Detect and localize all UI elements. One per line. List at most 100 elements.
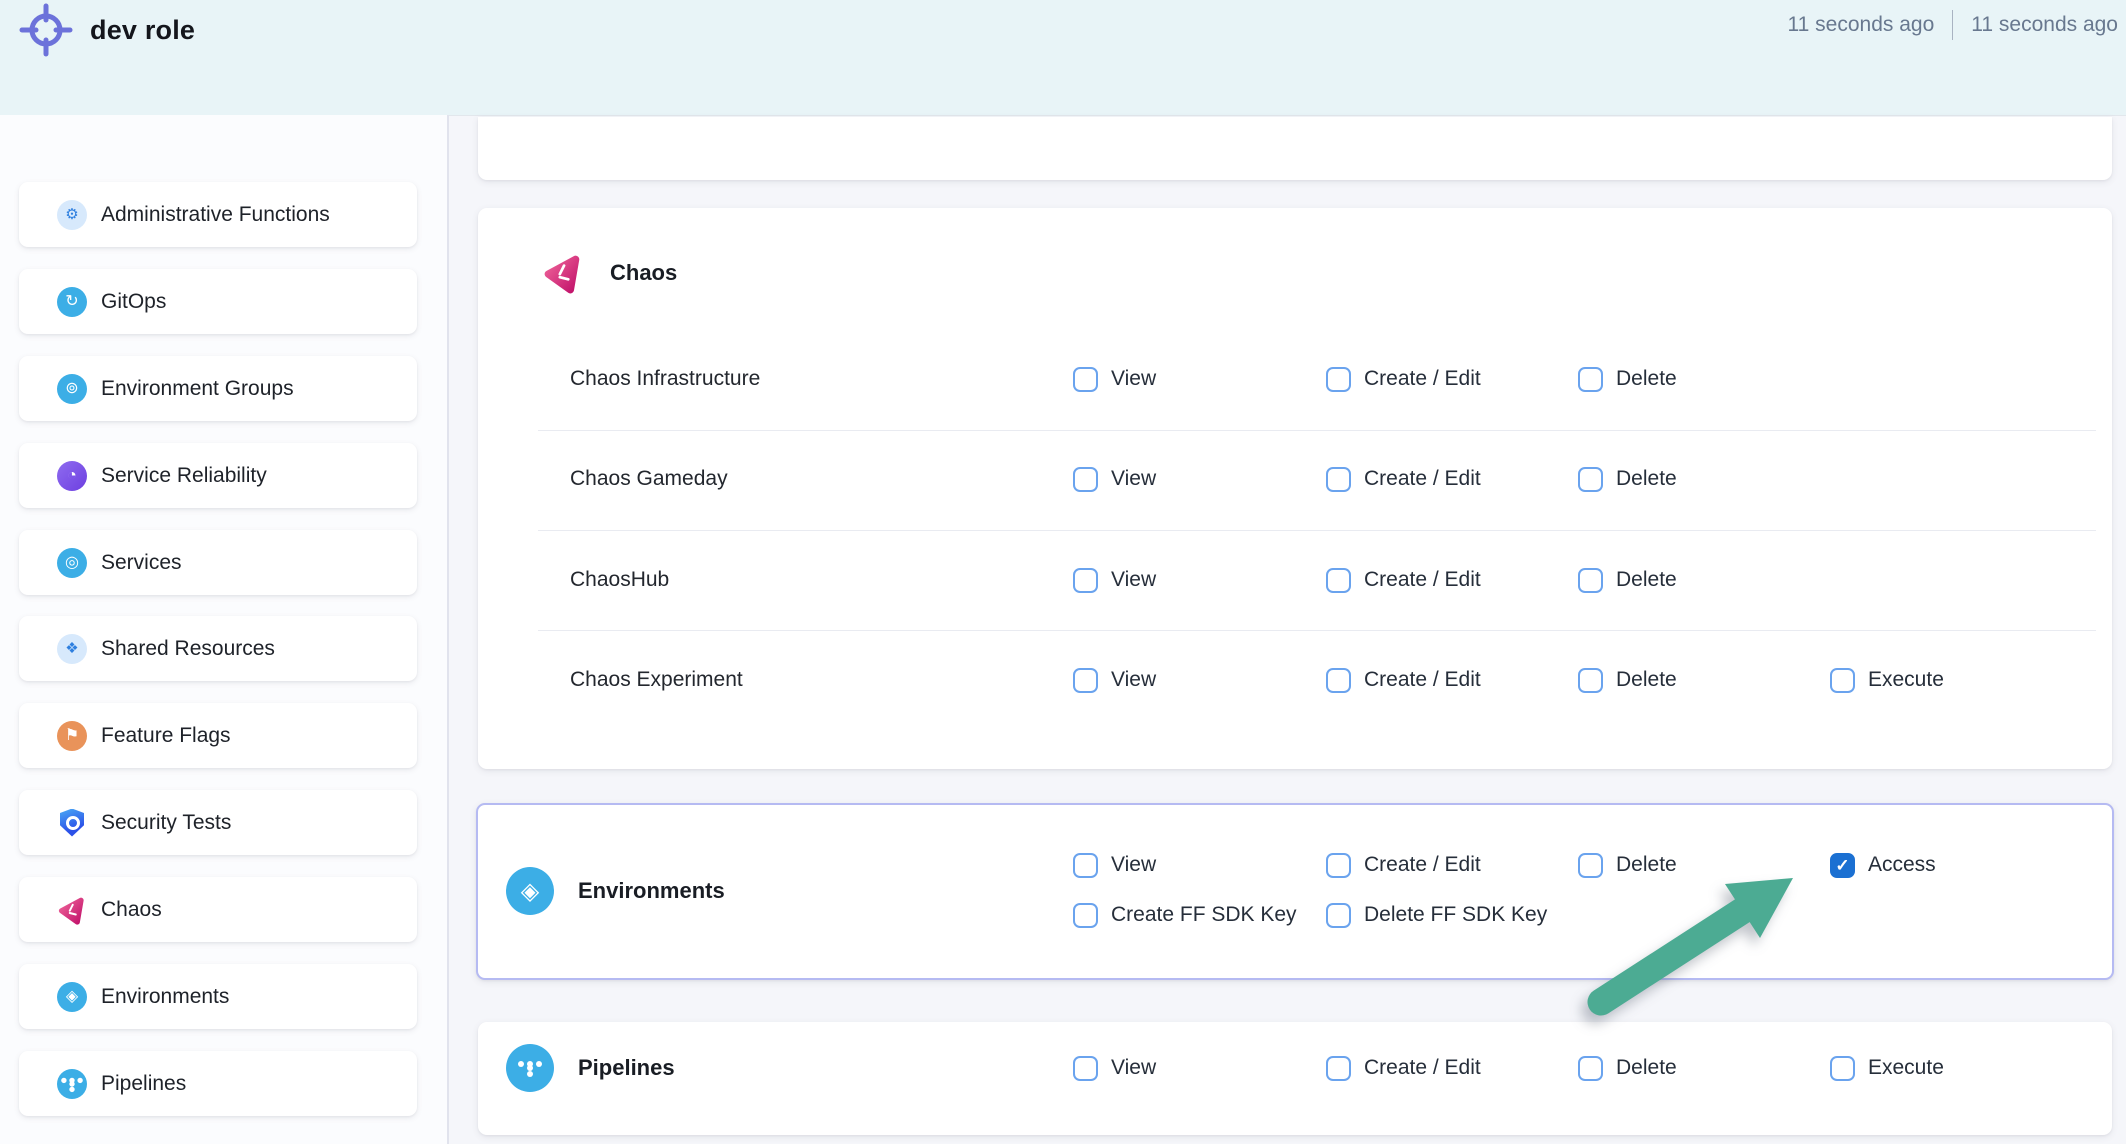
environments-cube-icon: ◈ <box>57 982 87 1012</box>
sidebar-item-label: Feature Flags <box>101 724 231 748</box>
checkbox[interactable] <box>1073 1056 1098 1081</box>
permission-view[interactable]: View <box>1073 365 1156 393</box>
role-permissions-page: dev role 11 seconds ago 11 seconds ago ⚙… <box>0 0 2126 1144</box>
sidebar-item-service-reliability[interactable]: ◔ Service Reliability <box>19 443 417 508</box>
permission-create-edit[interactable]: Create / Edit <box>1326 566 1481 594</box>
sidebar-item-label: Services <box>101 551 182 575</box>
timestamp-divider <box>1952 10 1953 40</box>
permission-view[interactable]: View <box>1073 465 1156 493</box>
checkbox[interactable] <box>1073 568 1098 593</box>
checkbox[interactable] <box>1326 568 1351 593</box>
sidebar-item-label: Service Reliability <box>101 464 267 488</box>
security-shield-icon <box>57 808 87 838</box>
sidebar-item-label: Security Tests <box>101 811 231 835</box>
role-target-icon <box>16 2 76 62</box>
permission-delete[interactable]: Delete <box>1578 465 1677 493</box>
permission-execute[interactable]: Execute <box>1830 666 1944 694</box>
sidebar-item-label: Pipelines <box>101 1072 186 1096</box>
checkbox[interactable] <box>1578 467 1603 492</box>
permission-row-chaos-infrastructure: Chaos Infrastructure View Create / Edit … <box>478 365 2112 393</box>
checkbox[interactable] <box>1326 903 1351 928</box>
chaos-logo-icon <box>542 252 584 294</box>
sidebar-item-environments[interactable]: ◈ Environments <box>19 964 417 1029</box>
sidebar-item-shared-resources[interactable]: ❖ Shared Resources <box>19 616 417 681</box>
timestamp-updated: 11 seconds ago <box>1971 13 2118 37</box>
sidebar-item-label: Administrative Functions <box>101 203 330 227</box>
checkbox[interactable] <box>1073 668 1098 693</box>
top-bar: dev role 11 seconds ago 11 seconds ago <box>0 0 2126 116</box>
checkbox[interactable] <box>1578 1056 1603 1081</box>
permission-delete[interactable]: Delete <box>1578 666 1677 694</box>
checkbox[interactable] <box>1326 1056 1351 1081</box>
row-divider <box>538 530 2096 531</box>
sidebar-item-security-tests[interactable]: Security Tests <box>19 790 417 855</box>
section-title: Chaos <box>610 260 677 286</box>
checkbox[interactable] <box>1326 668 1351 693</box>
permission-delete[interactable]: Delete <box>1578 1054 1677 1082</box>
permission-view[interactable]: View <box>1073 666 1156 694</box>
row-label: Chaos Experiment <box>570 668 743 692</box>
timestamp-created: 11 seconds ago <box>1788 13 1935 37</box>
permission-create-edit[interactable]: Create / Edit <box>1326 666 1481 694</box>
permission-row-chaos-experiment: Chaos Experiment View Create / Edit Dele… <box>478 666 2112 694</box>
permission-create-edit[interactable]: Create / Edit <box>1326 465 1481 493</box>
sidebar-item-label: Chaos <box>101 898 162 922</box>
checkbox[interactable] <box>1830 668 1855 693</box>
row-label: Chaos Infrastructure <box>570 367 760 391</box>
row-divider <box>538 630 2096 631</box>
permission-row-chaoshub: ChaosHub View Create / Edit Delete <box>478 566 2112 594</box>
timestamps: 11 seconds ago 11 seconds ago <box>1788 10 2118 40</box>
sidebar-item-label: GitOps <box>101 290 166 314</box>
permission-view[interactable]: View <box>1073 566 1156 594</box>
row-label: ChaosHub <box>570 568 669 592</box>
sidebar-item-label: Environments <box>101 985 229 1009</box>
checkbox[interactable] <box>1578 367 1603 392</box>
gitops-icon: ↻ <box>57 287 87 317</box>
permission-row-pipelines: View Create / Edit Delete Execute <box>478 1054 2112 1082</box>
permission-create-edit[interactable]: Create / Edit <box>1326 1054 1481 1082</box>
checkbox[interactable] <box>1326 853 1351 878</box>
pipelines-icon <box>57 1069 87 1099</box>
permission-create-edit[interactable]: Create / Edit <box>1326 851 1481 879</box>
shared-resources-icon: ❖ <box>57 634 87 664</box>
sidebar-item-gitops[interactable]: ↻ GitOps <box>19 269 417 334</box>
service-reliability-icon: ◔ <box>57 461 87 491</box>
checkbox[interactable] <box>1830 1056 1855 1081</box>
page-title: dev role <box>90 15 195 46</box>
permission-access[interactable]: Access <box>1830 851 1936 879</box>
permission-delete[interactable]: Delete <box>1578 851 1677 879</box>
permission-create-ff-sdk-key[interactable]: Create FF SDK Key <box>1073 901 1297 929</box>
environment-groups-icon: ⊚ <box>57 374 87 404</box>
checkbox[interactable] <box>1073 853 1098 878</box>
checkbox[interactable] <box>1578 568 1603 593</box>
checkbox[interactable] <box>1073 903 1098 928</box>
permission-row-environments-2: Create FF SDK Key Delete FF SDK Key <box>478 901 2112 929</box>
checkbox[interactable] <box>1326 367 1351 392</box>
permission-view[interactable]: View <box>1073 851 1156 879</box>
row-divider <box>538 430 2096 431</box>
sidebar-item-environment-groups[interactable]: ⊚ Environment Groups <box>19 356 417 421</box>
sidebar-item-feature-flags[interactable]: ⚑ Feature Flags <box>19 703 417 768</box>
checkbox[interactable] <box>1073 467 1098 492</box>
chaos-section-card: Chaos Chaos Infrastructure View Create /… <box>478 208 2112 769</box>
permission-execute[interactable]: Execute <box>1830 1054 1944 1082</box>
checkbox[interactable] <box>1578 668 1603 693</box>
checkbox[interactable] <box>1073 367 1098 392</box>
services-icon: ◎ <box>57 548 87 578</box>
permission-delete-ff-sdk-key[interactable]: Delete FF SDK Key <box>1326 901 1547 929</box>
checkbox[interactable] <box>1578 853 1603 878</box>
checkbox[interactable] <box>1326 467 1351 492</box>
permission-row-chaos-gameday: Chaos Gameday View Create / Edit Delete <box>478 465 2112 493</box>
sidebar-item-label: Environment Groups <box>101 377 294 401</box>
checkbox-access-checked[interactable] <box>1830 853 1855 878</box>
permission-delete[interactable]: Delete <box>1578 566 1677 594</box>
previous-section-card <box>478 117 2112 180</box>
permission-delete[interactable]: Delete <box>1578 365 1677 393</box>
permission-view[interactable]: View <box>1073 1054 1156 1082</box>
sidebar-item-chaos[interactable]: Chaos <box>19 877 417 942</box>
pipelines-section-card: Pipelines View Create / Edit Delete Exec… <box>478 1022 2112 1135</box>
permission-create-edit[interactable]: Create / Edit <box>1326 365 1481 393</box>
sidebar-item-services[interactable]: ◎ Services <box>19 530 417 595</box>
sidebar-item-pipelines[interactable]: Pipelines <box>19 1051 417 1116</box>
sidebar-item-administrative-functions[interactable]: ⚙ Administrative Functions <box>19 182 417 247</box>
